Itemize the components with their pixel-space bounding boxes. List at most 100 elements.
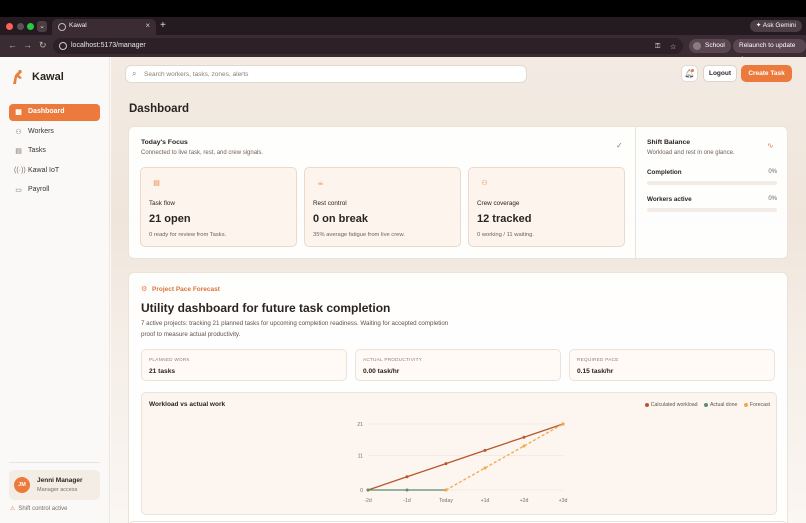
task-flow-card[interactable]: ▤ Task flow 21 open 0 ready for review f… — [140, 167, 297, 247]
clipboard-icon: ▤ — [153, 180, 160, 187]
forecast-tag: Project Pace Forecast — [152, 286, 220, 293]
task-flow-note: 0 ready for review from Tasks. — [149, 232, 227, 238]
forecast-icon: ⚙ — [141, 286, 148, 293]
stat-label: PLANNED WORK — [149, 357, 190, 362]
key-icon[interactable]: ⚿ — [655, 43, 660, 51]
workload-chart: Workload vs actual work Calculated workl… — [141, 392, 777, 515]
search-icon: ⌕ — [132, 69, 137, 78]
focus-divider — [635, 127, 636, 258]
check-icon: ✓ — [616, 141, 623, 150]
data-point — [366, 488, 370, 492]
crew-coverage-note: 0 working / 11 waiting. — [477, 232, 534, 238]
sidebar-item-label: Workers — [28, 128, 54, 135]
sidebar-item-kawal-iot[interactable]: ((·)) Kawal IoT — [9, 163, 100, 180]
users-icon: ⚇ — [481, 180, 488, 187]
required-pace-stat: REQUIRED PACE 0.15 task/hr — [569, 349, 775, 381]
app-root: Kawal ▦ Dashboard ⚇ Workers ▤ Tasks ((·)… — [0, 57, 806, 523]
relaunch-button[interactable]: Relaunch to update ⋮ — [733, 39, 806, 63]
relaunch-label: Relaunch to update — [739, 42, 796, 49]
shift-balance-title: Shift Balance — [647, 139, 691, 146]
brand-name: Kawal — [32, 71, 64, 83]
search-input[interactable] — [144, 68, 519, 81]
profile-avatar-icon — [693, 42, 701, 50]
ask-gemini-button[interactable]: ✦ Ask Gemini — [749, 20, 802, 32]
forward-arrow-icon[interactable]: → — [23, 40, 32, 50]
task-flow-value: 21 open — [149, 213, 191, 225]
crew-coverage-value: 12 tracked — [477, 213, 532, 225]
address-bar-row: ← → ↻ localhost:5173/manager ⚿ ☆ School … — [0, 35, 806, 63]
maximize-window-button[interactable] — [27, 23, 34, 30]
task-flow-label: Task flow — [149, 200, 175, 207]
window-top-bar — [0, 0, 806, 17]
workers-active-label: Workers active — [647, 196, 692, 203]
browser-tab[interactable]: Kawal × — [52, 19, 156, 35]
y-tick-label: 11 — [358, 453, 363, 459]
dashboard-icon: ▦ — [15, 109, 22, 116]
url-field[interactable]: localhost:5173/manager ⚿ ☆ — [53, 38, 683, 54]
sidebar-item-workers[interactable]: ⚇ Workers — [9, 124, 100, 141]
sidebar: Kawal ▦ Dashboard ⚇ Workers ▤ Tasks ((·)… — [0, 57, 110, 523]
workers-active-value: 0% — [768, 196, 777, 202]
sidebar-item-tasks[interactable]: ▤ Tasks — [9, 143, 100, 160]
sidebar-item-label: Dashboard — [28, 108, 65, 115]
project-pace-forecast-card: ⚙ Project Pace Forecast Utility dashboar… — [128, 272, 788, 523]
stat-value: 0.15 task/hr — [577, 368, 614, 375]
stat-label: ACTUAL PRODUCTIVITY — [363, 357, 423, 362]
stat-value: 0.00 task/hr — [363, 368, 400, 375]
site-info-icon[interactable] — [59, 42, 67, 50]
y-tick-label: 21 — [357, 422, 363, 428]
sidebar-item-payroll[interactable]: ▭ Payroll — [9, 182, 100, 199]
data-point — [522, 435, 526, 439]
tab-search-button[interactable]: ⌄ — [37, 21, 47, 32]
profile-label: School — [705, 42, 725, 49]
close-tab-icon[interactable]: × — [145, 21, 150, 30]
profile-button[interactable]: School — [689, 39, 731, 53]
forecast-title: Utility dashboard for future task comple… — [141, 301, 391, 315]
kawal-logo-icon — [13, 69, 22, 84]
clipboard-icon: ▤ — [15, 148, 22, 155]
series-line — [367, 423, 564, 491]
main-content: ⌕ 🔔︎ Logout Create Task Dashboard Today'… — [111, 57, 806, 523]
close-window-button[interactable] — [6, 23, 13, 30]
globe-icon — [58, 23, 66, 31]
logout-button[interactable]: Logout — [703, 65, 737, 82]
completion-value: 0% — [768, 169, 777, 175]
signal-icon: ((·)) — [14, 167, 26, 174]
notification-dot — [691, 69, 694, 72]
completion-label: Completion — [647, 169, 682, 176]
user-role: Manager access — [37, 487, 78, 493]
ask-gemini-label: Ask Gemini — [762, 22, 796, 29]
stat-value: 21 tasks — [149, 368, 176, 375]
user-card[interactable]: JM Jenni Manager Manager access — [9, 470, 100, 500]
url-text: localhost:5173/manager — [71, 42, 146, 49]
data-point — [522, 444, 526, 448]
browser-tab-strip: ⌄ Kawal × + ✦ Ask Gemini — [0, 0, 806, 35]
bookmark-star-icon[interactable]: ☆ — [670, 43, 676, 51]
todays-focus-card: Today's Focus Connected to live task, re… — [128, 126, 788, 259]
sidebar-divider — [9, 462, 100, 463]
create-task-button[interactable]: Create Task — [741, 65, 792, 82]
rest-control-card[interactable]: ☕︎ Rest control 0 on break 35% average f… — [304, 167, 461, 247]
users-icon: ⚇ — [15, 129, 22, 136]
notifications-button[interactable]: 🔔︎ — [681, 65, 698, 82]
chart-plot: 0 11 21 -2d -1d Today +1d +2d +3d — [357, 422, 567, 504]
data-point — [561, 422, 565, 426]
forecast-description: 7 active projects: tracking 21 planned t… — [141, 320, 449, 338]
reload-icon[interactable]: ↻ — [39, 40, 47, 51]
minimize-window-button[interactable] — [17, 23, 24, 30]
planned-work-stat: PLANNED WORK 21 tasks — [141, 349, 347, 381]
sidebar-item-dashboard[interactable]: ▦ Dashboard — [9, 104, 100, 121]
page-title: Dashboard — [129, 103, 190, 115]
stat-label: REQUIRED PACE — [577, 357, 619, 362]
new-tab-icon[interactable]: + — [160, 20, 166, 31]
search-box[interactable]: ⌕ — [125, 65, 527, 83]
coffee-icon: ☕︎ — [317, 180, 324, 187]
back-arrow-icon[interactable]: ← — [8, 40, 17, 50]
completion-progress-bar — [647, 181, 777, 185]
focus-subtitle: Connected to live task, rest, and crew s… — [141, 150, 264, 156]
crew-coverage-card[interactable]: ⚇ Crew coverage 12 tracked 0 working / 1… — [468, 167, 625, 247]
rest-control-note: 35% average fatigue from live crew. — [313, 232, 405, 238]
workers-active-progress-bar — [647, 208, 777, 212]
shift-status-text: Shift control active — [18, 506, 68, 512]
rest-control-label: Rest control — [313, 200, 347, 207]
